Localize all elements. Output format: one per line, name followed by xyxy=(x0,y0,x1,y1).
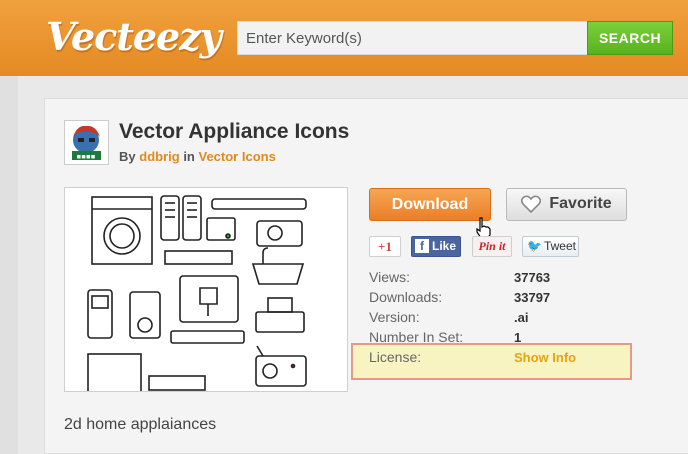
facebook-icon: f xyxy=(415,239,429,253)
item-title: Vector Appliance Icons xyxy=(119,120,350,143)
pinit-label: Pin it xyxy=(478,239,506,253)
left-strip xyxy=(0,76,18,454)
downloads-value: 33797 xyxy=(514,290,551,305)
favorite-button[interactable]: Favorite xyxy=(506,188,627,221)
by-label: By xyxy=(119,149,136,164)
in-label: in xyxy=(183,149,195,164)
download-button[interactable]: Download xyxy=(369,188,491,221)
site-logo[interactable]: Vecteezy xyxy=(46,14,222,59)
views-label: Views: xyxy=(369,269,410,285)
site-header: Vecteezy SEARCH xyxy=(0,0,688,76)
favorite-label: Favorite xyxy=(549,195,612,213)
like-label: Like xyxy=(432,239,457,253)
license-label: License: xyxy=(369,349,422,365)
show-info-link[interactable]: Show Info xyxy=(514,350,576,365)
version-value: .ai xyxy=(514,310,529,325)
item-description: 2d home applaiances xyxy=(64,416,217,433)
tweet-label: Tweet xyxy=(543,239,576,253)
version-label: Version: xyxy=(369,309,420,325)
author-link[interactable]: ddbrig xyxy=(139,149,179,164)
pinit-button[interactable]: Pin it xyxy=(472,236,512,257)
gplus-button[interactable]: +1 xyxy=(369,236,401,257)
search-input[interactable] xyxy=(237,21,587,55)
search-button[interactable]: SEARCH xyxy=(587,21,673,55)
views-value: 37763 xyxy=(514,270,551,285)
gplus-label: +1 xyxy=(378,239,392,254)
item-byline: By ddbrig in Vector Icons xyxy=(119,149,276,164)
preview-image[interactable] xyxy=(64,187,348,392)
facebook-like-button[interactable]: f Like xyxy=(411,236,461,257)
category-link[interactable]: Vector Icons xyxy=(199,149,276,164)
heart-icon xyxy=(521,195,542,214)
twitter-bird-icon: 🐦 xyxy=(527,239,542,253)
author-avatar[interactable]: ▪▪▪▪ xyxy=(64,120,109,165)
svg-text:▪▪▪▪: ▪▪▪▪ xyxy=(77,153,96,161)
tweet-button[interactable]: 🐦 Tweet xyxy=(522,236,579,257)
downloads-label: Downloads: xyxy=(369,289,443,305)
